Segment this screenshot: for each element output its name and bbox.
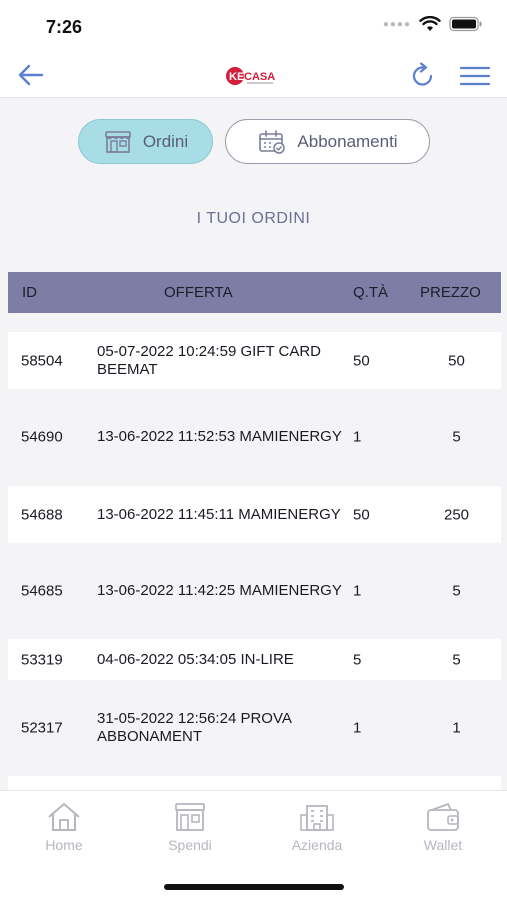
- tab-ordini[interactable]: Ordini: [78, 119, 213, 164]
- row-offerta: 05-07-2022 10:24:59 GIFT CARD BEEMAT: [97, 342, 322, 378]
- row-id: 54690: [21, 428, 63, 446]
- home-indicator: [164, 884, 344, 890]
- status-icons: ●●●●: [383, 16, 483, 32]
- row-qta: 1: [353, 719, 362, 737]
- calendar-check-icon: [259, 129, 286, 154]
- row-id: 58504: [21, 352, 63, 369]
- row-qta: 50: [353, 352, 370, 369]
- row-id: 52317: [21, 719, 63, 737]
- tab-azienda-label: Azienda: [291, 837, 343, 853]
- signal-icon: ●●●●: [382, 18, 411, 30]
- table-row[interactable]: 54688 13-06-2022 11:45:11 MAMIENERGY 50 …: [8, 486, 501, 543]
- tab-wallet[interactable]: Wallet: [398, 801, 488, 853]
- tab-ordini-label: Ordini: [142, 131, 189, 151]
- row-id: 53319: [21, 651, 63, 668]
- row-prezzo: 50: [448, 352, 465, 369]
- row-qta: 1: [353, 428, 362, 446]
- row-offerta: 04-06-2022 05:34:05 IN-LIRE: [97, 650, 294, 668]
- header-qta: Q.TÀ: [353, 284, 389, 301]
- battery-icon: [449, 16, 482, 32]
- row-prezzo: 250: [443, 506, 470, 523]
- row-offerta: 13-06-2022 11:52:53 MAMIENERGY: [97, 428, 342, 445]
- row-qta: 5: [353, 651, 362, 668]
- nav-bar: KE CASA: [0, 52, 507, 98]
- svg-text:CASA: CASA: [244, 71, 275, 83]
- row-id: 54685: [21, 582, 63, 600]
- row-qta: 50: [353, 506, 370, 523]
- table-row[interactable]: 54685 13-06-2022 11:42:25 MAMIENERGY 1 5: [8, 552, 501, 630]
- header-prezzo: PREZZO: [420, 284, 481, 301]
- wallet-icon: [427, 802, 459, 831]
- tab-spendi-label: Spendi: [168, 837, 212, 853]
- row-id: 54688: [21, 506, 63, 523]
- header-id: ID: [22, 284, 37, 301]
- building-icon: [300, 805, 334, 831]
- row-prezzo: 5: [452, 651, 461, 668]
- tab-azienda[interactable]: Azienda: [272, 801, 362, 853]
- tab-abbonamenti[interactable]: Abbonamenti: [225, 119, 430, 164]
- wifi-icon: [419, 16, 441, 31]
- row-prezzo: 1: [452, 719, 461, 737]
- store-icon: [105, 130, 131, 153]
- header-offerta: OFFERTA: [164, 284, 233, 301]
- row-prezzo: 5: [452, 582, 461, 600]
- shop-icon: [175, 803, 205, 831]
- orders-table-header: ID OFFERTA Q.TÀ PREZZO: [8, 272, 501, 313]
- row-qta: 1: [353, 582, 362, 600]
- row-offerta: 31-05-2022 12:56:24 PROVA ABBONAMENT: [97, 710, 292, 745]
- table-row[interactable]: 58504 05-07-2022 10:24:59 GIFT CARD BEEM…: [8, 332, 501, 389]
- tab-spendi[interactable]: Spendi: [145, 801, 235, 853]
- status-bar: 7:26 ●●●●: [0, 0, 507, 52]
- row-prezzo: 5: [452, 428, 461, 446]
- svg-text:KE: KE: [229, 71, 244, 83]
- section-title: I TUOI ORDINI: [196, 210, 311, 227]
- row-offerta: 13-06-2022 11:42:25 MAMIENERGY: [97, 582, 342, 599]
- refresh-icon[interactable]: [409, 61, 437, 89]
- table-row[interactable]: 53319 04-06-2022 05:34:05 IN-LIRE 5 5: [8, 639, 501, 680]
- hamburger-menu-icon[interactable]: [459, 65, 491, 87]
- table-row[interactable]: 54690 13-06-2022 11:52:53 MAMIENERGY 1 5: [8, 398, 501, 476]
- row-offerta: 13-06-2022 11:45:11 MAMIENERGY: [97, 505, 341, 523]
- tab-abbonamenti-label: Abbonamenti: [297, 131, 398, 151]
- kecasa-logo: KE CASA: [226, 67, 275, 85]
- home-icon: [48, 803, 80, 831]
- tab-wallet-label: Wallet: [423, 837, 463, 853]
- tab-home-label: Home: [45, 837, 83, 853]
- tab-home[interactable]: Home: [19, 801, 109, 853]
- status-time: 7:26: [46, 17, 83, 37]
- table-row[interactable]: 52317 31-05-2022 12:56:24 PROVA ABBONAME…: [8, 689, 501, 767]
- back-arrow-icon[interactable]: [16, 62, 46, 88]
